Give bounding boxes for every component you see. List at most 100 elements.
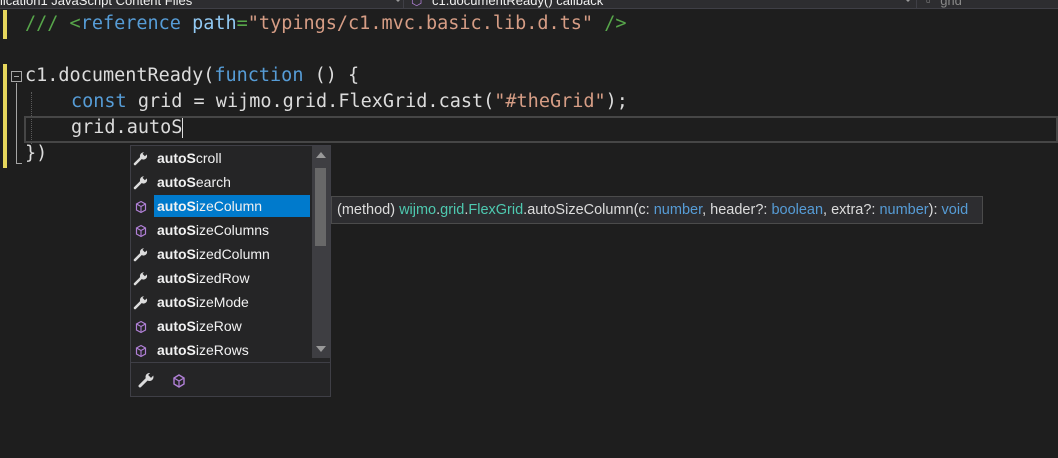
completion-match-text: autoS bbox=[157, 174, 196, 190]
filter-properties-button[interactable] bbox=[137, 371, 157, 391]
change-indicator bbox=[3, 64, 7, 168]
wrench-icon bbox=[138, 372, 154, 388]
nav-divider bbox=[916, 0, 917, 8]
filter-methods-button[interactable] bbox=[169, 371, 189, 391]
code-line-5: grid.autoS bbox=[71, 115, 184, 141]
completion-item[interactable]: autoSearch bbox=[131, 170, 311, 194]
tooltip-param: ): bbox=[928, 202, 942, 218]
completion-rest-text: izeRows bbox=[195, 342, 249, 358]
comment-token: /// < bbox=[25, 13, 81, 34]
completion-rest-text: izeMode bbox=[195, 294, 249, 310]
completion-item-label: autoSearch bbox=[154, 171, 310, 193]
completion-item[interactable]: autoScroll bbox=[131, 146, 311, 170]
completion-item-label: autoScroll bbox=[154, 147, 310, 169]
tooltip-param: , extra?: bbox=[823, 202, 880, 218]
field-icon: ▫ bbox=[926, 0, 931, 8]
code-line-3: c1.documentReady(function () { bbox=[25, 63, 359, 89]
completion-item[interactable]: autoSizeColumns bbox=[131, 218, 311, 242]
project-combo[interactable]: lication1 JavaScript Content Files bbox=[0, 0, 192, 8]
completion-match-text: autoS bbox=[157, 342, 196, 358]
method-cube-icon bbox=[173, 374, 185, 388]
collapse-region-button[interactable] bbox=[11, 71, 22, 82]
equals-token: = bbox=[236, 13, 248, 34]
completion-filter-bar bbox=[131, 362, 330, 396]
scroll-up-arrow-icon[interactable] bbox=[316, 152, 326, 158]
wrench-icon bbox=[133, 294, 149, 310]
completion-item-label: autoSizeRows bbox=[154, 339, 310, 361]
method-cube-icon bbox=[133, 222, 149, 238]
code-line-6: }) bbox=[25, 141, 47, 167]
completion-item[interactable]: autoSizeRows bbox=[131, 338, 311, 362]
wrench-icon bbox=[133, 246, 149, 262]
completion-rest-text: croll bbox=[195, 150, 222, 166]
completion-rest-text: izeColumns bbox=[195, 222, 270, 238]
text-cursor bbox=[182, 118, 184, 138]
tooltip-namespace: grid bbox=[440, 202, 465, 218]
completion-rest-text: izeRow bbox=[195, 318, 242, 334]
tooltip-param-type: number bbox=[879, 202, 929, 218]
completion-rest-text: earch bbox=[195, 174, 231, 190]
code-token: grid = wijmo.grid.FlexGrid.cast( bbox=[126, 91, 495, 112]
wrench-icon bbox=[133, 174, 149, 190]
code-token: }) bbox=[25, 143, 48, 164]
change-indicator bbox=[3, 10, 7, 39]
completion-item[interactable]: autoSizeRow bbox=[131, 314, 311, 338]
completion-item-label: autoSizeRow bbox=[154, 315, 310, 337]
scope-combo-label: c1.documentReady() callback bbox=[431, 0, 604, 8]
completion-item[interactable]: autoSizedColumn bbox=[131, 242, 311, 266]
completion-match-text: autoS bbox=[157, 294, 196, 310]
completion-match-text: autoS bbox=[157, 246, 196, 262]
path-value-token: "typings/c1.mvc.basic.lib.d.ts" bbox=[247, 13, 594, 34]
wrench-icon bbox=[133, 150, 149, 166]
code-line-1: /// <reference path="typings/c1.mvc.basi… bbox=[25, 11, 627, 37]
scrollbar-thumb[interactable] bbox=[315, 168, 326, 246]
completion-item-label: autoSizeMode bbox=[154, 291, 310, 313]
completion-rest-text: izeColumn bbox=[195, 198, 263, 214]
reference-tag-token: reference bbox=[80, 13, 181, 34]
scroll-down-arrow-icon[interactable] bbox=[316, 346, 326, 352]
navigation-bar: lication1 JavaScript Content Files ⬡ c1.… bbox=[0, 0, 1058, 9]
tooltip-return-type: void bbox=[941, 202, 969, 218]
fold-guide-end bbox=[16, 163, 22, 164]
completion-rest-text: izedRow bbox=[195, 270, 250, 286]
signature-tooltip: (method) wijmo.grid.FlexGrid.autoSizeCol… bbox=[331, 196, 983, 224]
function-keyword: function bbox=[214, 65, 304, 86]
method-cube-icon bbox=[133, 318, 149, 334]
code-line-4: const grid = wijmo.grid.FlexGrid.cast("#… bbox=[71, 89, 628, 115]
completion-match-text: autoS bbox=[157, 198, 196, 214]
completion-item-label: autoSizedRow bbox=[154, 267, 310, 289]
code-token: () { bbox=[303, 65, 360, 86]
completion-match-text: autoS bbox=[157, 318, 196, 334]
fold-guide bbox=[16, 83, 17, 163]
tooltip-class: FlexGrid bbox=[468, 202, 524, 218]
scope-combo-chevron-down-icon[interactable] bbox=[904, 0, 912, 2]
tooltip-param-type: number bbox=[653, 202, 703, 218]
code-token: ); bbox=[605, 91, 628, 112]
method-cube-icon bbox=[133, 342, 149, 358]
member-combo[interactable]: ▫ grid bbox=[926, 0, 962, 8]
tooltip-param-type: boolean bbox=[771, 202, 824, 218]
scope-combo[interactable]: ⬡ c1.documentReady() callback bbox=[411, 0, 603, 8]
completion-match-text: autoS bbox=[157, 270, 196, 286]
tooltip-param: , header?: bbox=[702, 202, 772, 218]
completion-item-label: autoSizeColumn bbox=[154, 195, 310, 217]
cube-icon: ⬡ bbox=[411, 0, 423, 8]
completion-items: autoScroll autoSearch autoSizeColumn autoSi… bbox=[131, 146, 311, 362]
wrench-icon bbox=[133, 270, 149, 286]
selector-string: "#theGrid" bbox=[494, 91, 606, 112]
completion-rest-text: izedColumn bbox=[195, 246, 270, 262]
completion-item[interactable]: autoSizedRow bbox=[131, 266, 311, 290]
tooltip-namespace: wijmo bbox=[399, 202, 437, 218]
completion-match-text: autoS bbox=[157, 222, 196, 238]
intellisense-completion-list[interactable]: autoScroll autoSearch autoSizeColumn autoSi… bbox=[130, 145, 331, 397]
attribute-token: path bbox=[192, 13, 237, 34]
tag-close-token: /> bbox=[593, 13, 627, 34]
tooltip-method: .autoSizeColumn(c: bbox=[523, 202, 654, 218]
completion-item[interactable]: autoSizeMode bbox=[131, 290, 311, 314]
const-keyword: const bbox=[71, 91, 127, 112]
project-combo-chevron-down-icon[interactable] bbox=[394, 0, 402, 2]
member-combo-label: grid bbox=[940, 0, 962, 8]
nav-divider bbox=[403, 0, 404, 8]
completion-item-label: autoSizedColumn bbox=[154, 243, 310, 265]
completion-item[interactable]: autoSizeColumn bbox=[131, 194, 311, 218]
